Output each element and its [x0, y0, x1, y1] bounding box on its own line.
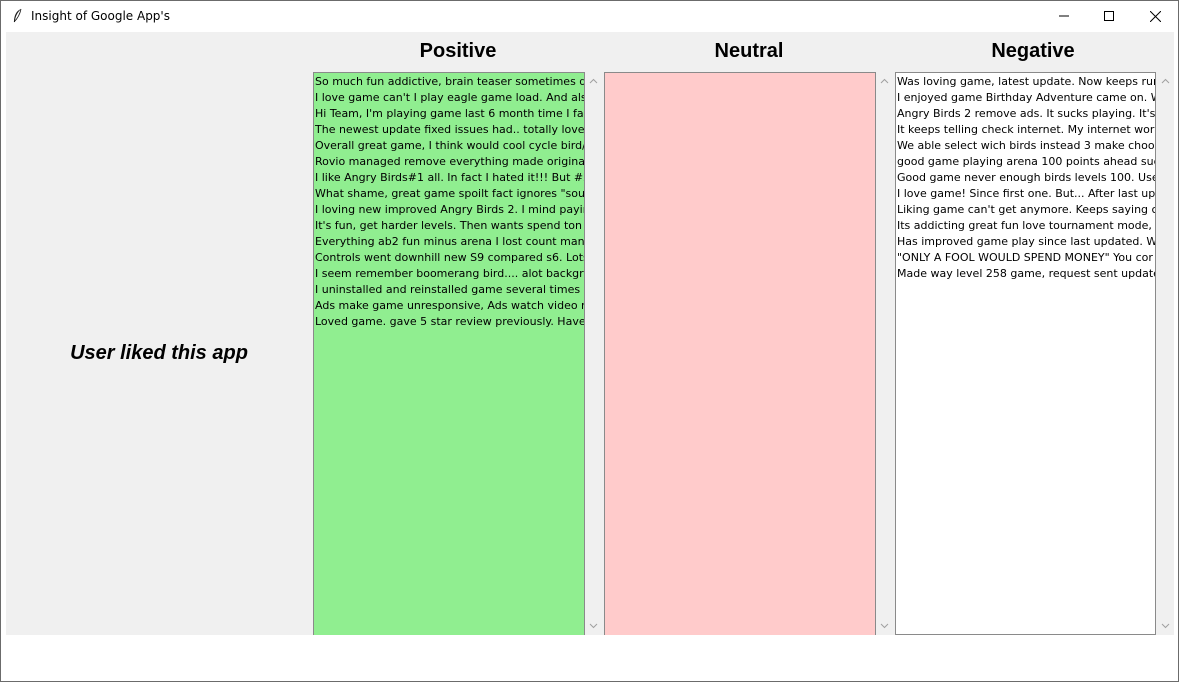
- review-line: Made way level 258 game, request sent up…: [897, 267, 1155, 280]
- positive-header: Positive: [419, 40, 497, 62]
- review-line: I loving new improved Angry Birds 2. I m…: [315, 203, 584, 216]
- negative-header: Negative: [991, 40, 1075, 62]
- scroll-down-icon[interactable]: [589, 621, 598, 630]
- minimize-button[interactable]: [1041, 1, 1087, 31]
- review-line: What shame, great game spoilt fact ignor…: [315, 187, 584, 200]
- review-line: "ONLY A FOOL WOULD SPEND MONEY" You cor: [897, 251, 1153, 264]
- review-line: Ads make game unresponsive, Ads watch vi…: [315, 299, 584, 312]
- close-button[interactable]: [1132, 1, 1178, 31]
- review-line: The newest update fixed issues had.. tot…: [315, 123, 584, 136]
- scroll-up-icon[interactable]: [1161, 77, 1170, 86]
- feather-icon: [13, 8, 22, 23]
- review-line: Controls went downhill new S9 compared s…: [315, 251, 584, 264]
- review-line: Was loving game, latest update. Now keep…: [897, 75, 1155, 88]
- review-line: I uninstalled and reinstalled game sever…: [315, 283, 584, 296]
- maximize-button[interactable]: [1086, 1, 1132, 31]
- review-line: I enjoyed game Birthday Adventure came o…: [897, 91, 1155, 104]
- review-line: Liking game can't get anymore. Keeps say…: [897, 203, 1155, 216]
- review-line: I love game! Since first one. But... Aft…: [897, 187, 1155, 200]
- neutral-header: Neutral: [714, 40, 784, 62]
- positive-reviews-textbox[interactable]: So much fun addictive, brain teaser some…: [313, 72, 585, 635]
- review-line: Angry Birds 2 remove ads. It sucks playi…: [897, 107, 1155, 120]
- scroll-up-icon[interactable]: [880, 77, 889, 86]
- neutral-scrollbar[interactable]: [876, 72, 893, 635]
- main-panel: User liked this app Positive Neutral Neg…: [6, 32, 1174, 635]
- neutral-reviews-textbox[interactable]: [604, 72, 876, 635]
- negative-reviews-textbox[interactable]: Was loving game, latest update. Now keep…: [895, 72, 1156, 635]
- scroll-down-icon[interactable]: [880, 621, 889, 630]
- review-line: We able select wich birds instead 3 make…: [897, 139, 1155, 152]
- review-line: It keeps telling check internet. My inte…: [897, 123, 1155, 136]
- window-title: Insight of Google App's: [31, 9, 170, 23]
- review-line: So much fun addictive, brain teaser some…: [315, 75, 584, 88]
- close-icon: [1149, 10, 1161, 22]
- title-bar[interactable]: Insight of Google App's: [1, 1, 1178, 31]
- review-line: I seem remember boomerang bird.... alot …: [315, 267, 584, 280]
- review-line: I like Angry Birds#1 all. In fact I hate…: [315, 171, 584, 184]
- negative-scrollbar[interactable]: [1157, 72, 1174, 635]
- scroll-up-icon[interactable]: [589, 77, 598, 86]
- review-line: good game playing arena 100 points ahead…: [897, 155, 1155, 168]
- review-line: Its addicting great fun love tournament …: [897, 219, 1155, 232]
- review-line: Rovio managed remove everything made ori…: [315, 155, 584, 168]
- review-line: Has improved game play since last update…: [897, 235, 1155, 248]
- sentiment-caption: User liked this app: [70, 342, 248, 364]
- review-line: Hi Team, I'm playing game last 6 month t…: [315, 107, 584, 120]
- review-line: I love game can't I play eagle game load…: [315, 91, 584, 104]
- minimize-icon: [1059, 15, 1069, 17]
- scroll-down-icon[interactable]: [1161, 621, 1170, 630]
- bottom-area: [1, 636, 1178, 681]
- review-line: Everything ab2 fun minus arena I lost co…: [315, 235, 584, 248]
- review-line: Good game never enough birds levels 100.…: [897, 171, 1155, 184]
- review-line: It's fun, get harder levels. Then wants …: [315, 219, 584, 232]
- positive-scrollbar[interactable]: [585, 72, 602, 635]
- review-line: Loved game. gave 5 star review previousl…: [315, 315, 584, 328]
- maximize-icon: [1104, 11, 1114, 21]
- app-window: Insight of Google App's User liked this …: [0, 0, 1179, 682]
- review-line: Overall great game, I think would cool c…: [315, 139, 584, 152]
